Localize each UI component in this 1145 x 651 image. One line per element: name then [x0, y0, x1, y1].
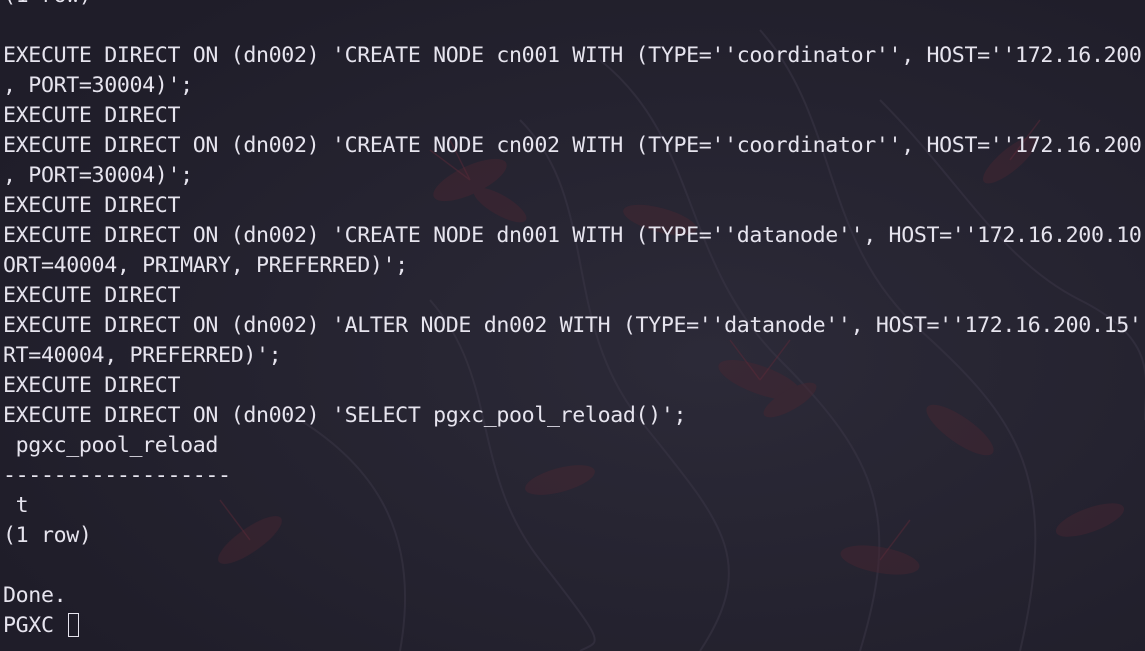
terminal-line: , PORT=30004)';: [3, 163, 193, 188]
terminal-line: EXECUTE DIRECT: [3, 373, 181, 398]
terminal-line: EXECUTE DIRECT ON (dn002) 'CREATE NODE c…: [3, 43, 1145, 68]
terminal-prompt-line[interactable]: PGXC: [0, 611, 1145, 641]
terminal-line: EXECUTE DIRECT ON (dn002) 'CREATE NODE c…: [3, 133, 1145, 158]
terminal-output[interactable]: (1 row) EXECUTE DIRECT ON (dn002) 'CREAT…: [0, 0, 1145, 651]
terminal-line: EXECUTE DIRECT: [3, 103, 181, 128]
terminal-line: EXECUTE DIRECT ON (dn002) 'ALTER NODE dn…: [3, 313, 1145, 338]
terminal-line: EXECUTE DIRECT ON (dn002) 'CREATE NODE d…: [3, 223, 1145, 248]
terminal-cursor: [68, 613, 80, 637]
terminal-line: EXECUTE DIRECT: [3, 193, 181, 218]
terminal-prompt: PGXC: [3, 613, 67, 638]
terminal-line: (1 row): [0, 0, 1145, 11]
terminal-line: Done.: [3, 583, 67, 608]
terminal-line: ORT=40004, PRIMARY, PREFERRED)';: [3, 253, 408, 278]
terminal-line: , PORT=30004)';: [3, 73, 193, 98]
terminal-line: (1 row): [3, 523, 92, 548]
terminal-line: RT=40004, PREFERRED)';: [3, 343, 282, 368]
terminal-line: t: [3, 493, 29, 518]
terminal-line: EXECUTE DIRECT: [3, 283, 181, 308]
terminal-line: pgxc_pool_reload: [3, 433, 219, 458]
terminal-line: ------------------: [3, 463, 231, 488]
terminal-line: EXECUTE DIRECT ON (dn002) 'SELECT pgxc_p…: [3, 403, 687, 428]
